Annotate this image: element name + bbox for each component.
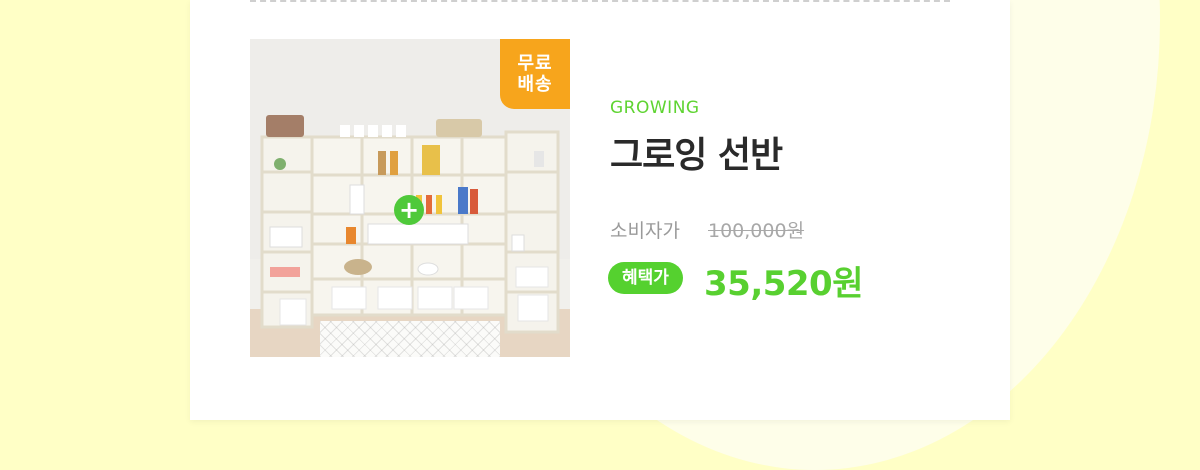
benefit-price: 35,520원 <box>704 264 863 304</box>
retail-price-label: 소비자가 <box>610 220 680 242</box>
dashed-divider <box>250 0 950 2</box>
plus-icon[interactable]: + <box>394 195 424 225</box>
brand-name: GROWING <box>610 98 700 118</box>
product-image[interactable]: 무료 배송 + <box>250 39 570 357</box>
product-title[interactable]: 그로잉 선반 <box>610 126 783 178</box>
benefit-price-badge: 혜택가 <box>608 262 683 294</box>
product-card[interactable]: 무료 배송 + GROWING 그로잉 선반 소비자가 100,000원 혜택가… <box>190 0 1010 420</box>
free-shipping-badge: 무료 배송 <box>500 39 570 109</box>
retail-price: 100,000원 <box>708 220 805 242</box>
free-shipping-label: 무료 배송 <box>517 53 553 95</box>
